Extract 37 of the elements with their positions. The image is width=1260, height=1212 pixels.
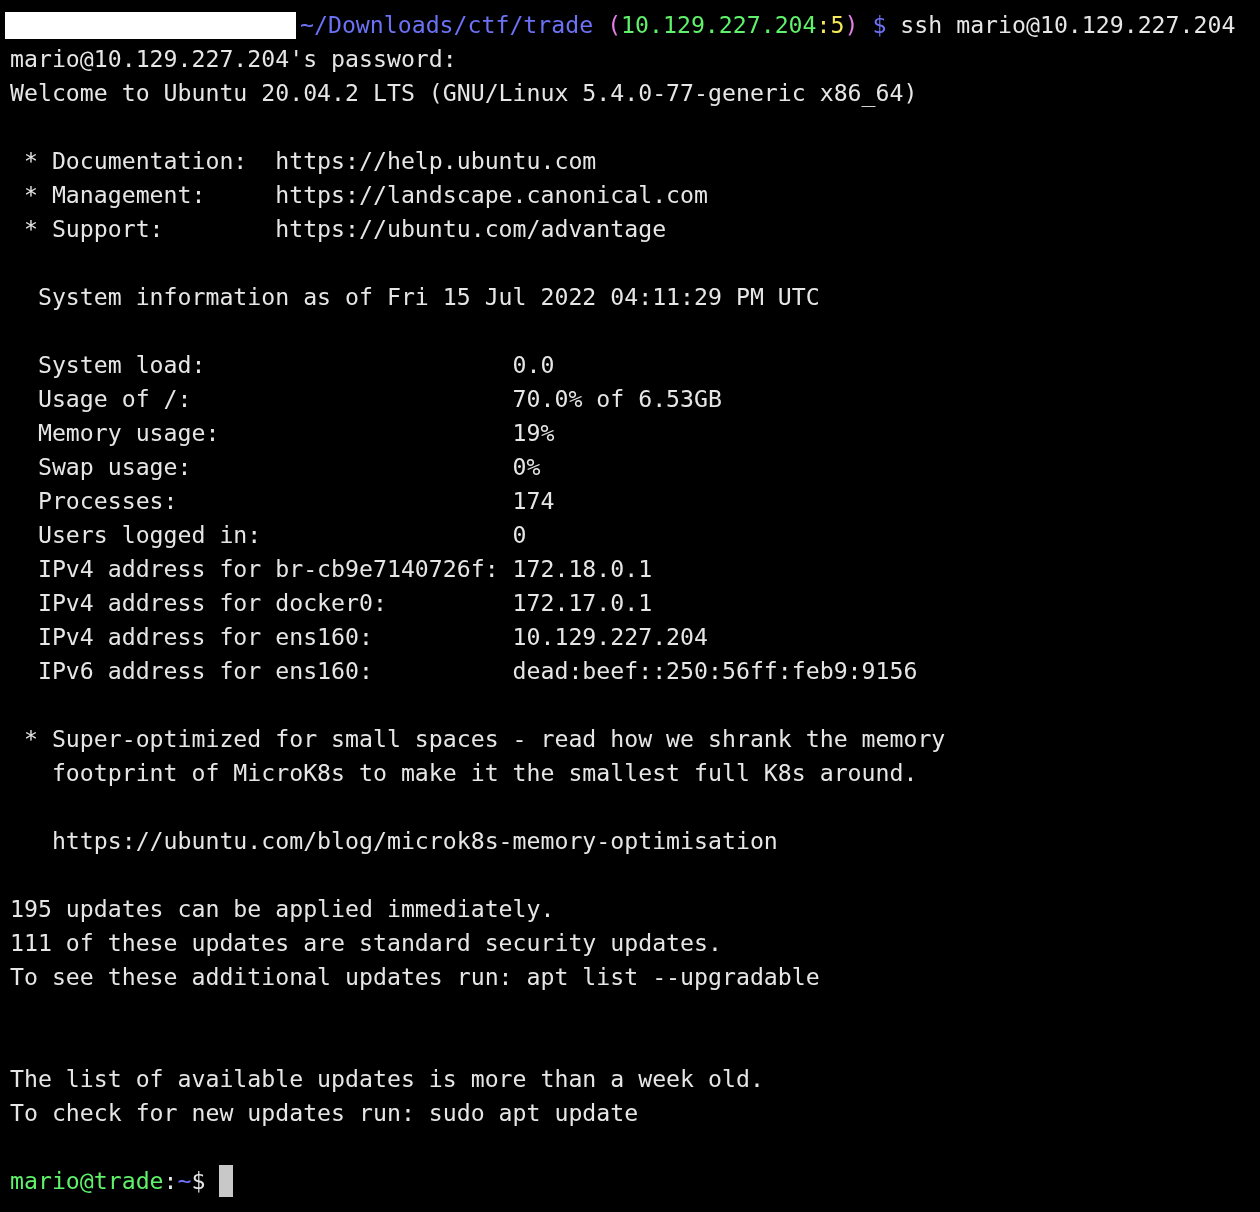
text-cursor — [219, 1165, 234, 1197]
terminal-text: IPv4 address for docker0: 172.17.0.1 — [36, 588, 653, 618]
terminal-text: * Support: https://ubuntu.com/advantage — [22, 214, 667, 244]
prompt-paren: ) — [844, 10, 859, 40]
terminal-text: IPv4 address for ens160: 10.129.227.204 — [36, 622, 708, 652]
prompt-symbol: $ — [871, 10, 887, 40]
terminal-text: 111 of these updates are standard security updates. — [10, 928, 722, 958]
terminal-text: IPv6 address for ens160: dead:beef::250:56ff:feb9:9156 — [36, 656, 918, 686]
terminal-text: To see these additional updates run: apt list --upgradable — [10, 962, 820, 992]
terminal-text: System information as of Fri 15 Jul 2022 04:11:29 PM UTC — [36, 282, 820, 312]
terminal-text: Users logged in: 0 — [36, 520, 527, 550]
terminal-text: 195 updates can be applied immediately. — [10, 894, 555, 924]
host-address: 10.129.227.204 — [621, 10, 817, 40]
terminal-text: footprint of MicroK8s to make it the smallest full K8s around. — [50, 758, 918, 788]
terminal-text: Memory usage: 19% — [36, 418, 555, 448]
user-host: mario@trade — [10, 1166, 164, 1196]
terminal-text: The list of available updates is more than a week old. — [10, 1064, 764, 1094]
terminal-text: https://ubuntu.com/blog/microk8s-memory-optimisation — [50, 826, 778, 856]
directory-path: ~/Downloads/ctf/trade — [300, 10, 594, 40]
terminal-text: System load: 0.0 — [36, 350, 555, 380]
terminal-text: : — [163, 1166, 178, 1196]
terminal-text: Processes: 174 — [36, 486, 555, 516]
terminal-text: Swap usage: 0% — [36, 452, 541, 482]
terminal-text: * Management: https://landscape.canonical.com — [22, 180, 708, 210]
port-number: 5 — [830, 10, 845, 40]
home-directory: ~ — [177, 1166, 192, 1196]
terminal-text: IPv4 address for br-cb9e7140726f: 172.18.0.1 — [36, 554, 653, 584]
terminal-text: $ — [191, 1166, 207, 1196]
prompt-paren: ( — [606, 10, 622, 40]
terminal-text: mario@10.129.227.204's password: — [10, 44, 457, 74]
terminal-text: * Documentation: https://help.ubuntu.com — [22, 146, 597, 176]
terminal-text: ssh mario@10.129.227.204 — [899, 10, 1236, 40]
terminal-text: * Super-optimized for small spaces - read how we shrank the memory — [22, 724, 946, 754]
prompt-colon: : — [816, 10, 831, 40]
terminal-text: Usage of /: 70.0% of 6.53GB — [36, 384, 722, 414]
terminal-text: To check for new updates run: sudo apt update — [10, 1098, 639, 1128]
terminal-text: Welcome to Ubuntu 20.04.2 LTS (GNU/Linux 5.4.0-77-generic x86_64) — [10, 78, 918, 109]
